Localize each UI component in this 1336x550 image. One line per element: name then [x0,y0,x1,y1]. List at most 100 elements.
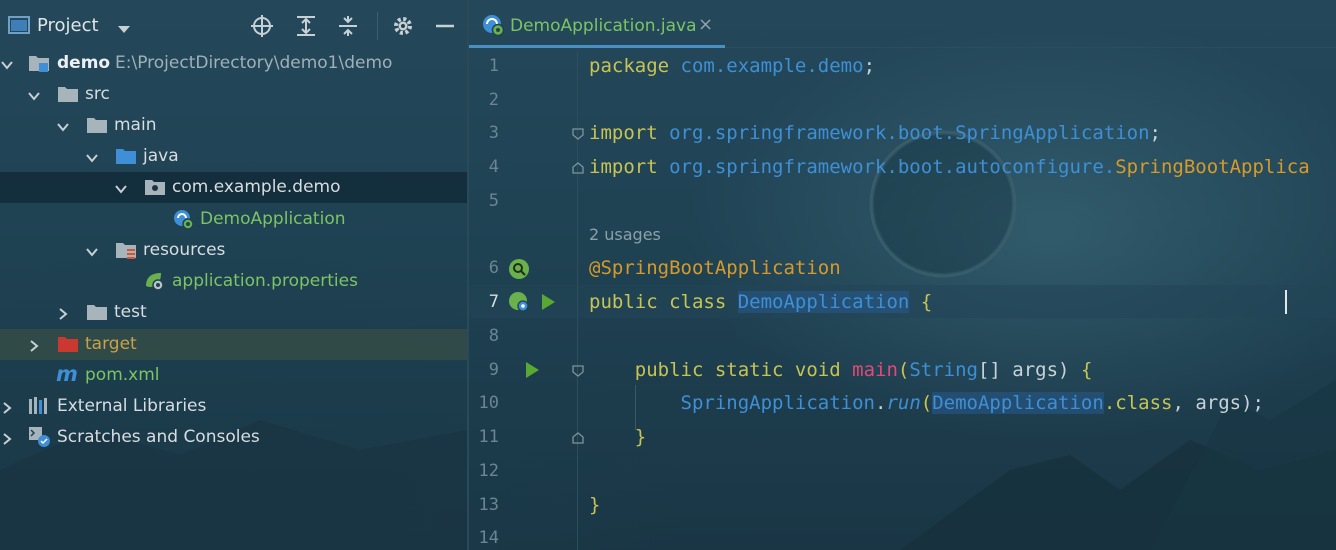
usages-inlay-hint[interactable]: 2 usages [589,225,661,244]
code-token: SpringApplication [955,122,1150,144]
folder-icon [86,115,108,135]
tree-item-scratches[interactable]: Scratches and Consoles [0,422,467,453]
code-line-7[interactable]: public class DemoApplication { [589,291,932,313]
tree-item-application-properties[interactable]: application.properties [0,266,467,297]
code-token: ( [897,359,910,381]
code-token: org.springframework.boot.autoconfigure. [669,156,1116,178]
chevron-right-icon[interactable] [56,306,70,320]
line-number: 12 [478,461,499,481]
line-number: 14 [478,528,499,548]
line-number: 2 [488,90,499,110]
line-number: 9 [488,360,499,380]
tree-item-label: External Libraries [57,396,207,416]
tree-item-external-libraries[interactable]: External Libraries [0,391,467,422]
close-icon[interactable]: × [698,14,713,35]
chevron-down-icon[interactable] [114,181,128,195]
tree-item-pom[interactable]: m pom.xml [0,360,467,391]
line-number: 11 [478,427,499,447]
tree-item-label: demo [57,53,111,73]
tree-item-label: DemoApplication [200,209,346,229]
fold-icon[interactable] [571,160,585,174]
spring-bean-navigate-icon[interactable] [508,291,530,313]
chevron-right-icon[interactable] [0,400,14,414]
chevron-down-icon[interactable] [85,244,99,258]
svg-text:m: m [56,363,78,385]
code-token: } [634,426,647,448]
code-line-1[interactable]: package com.example.demo; [589,55,875,77]
tree-item-label: pom.xml [85,365,160,385]
line-number: 3 [488,123,499,143]
fold-icon[interactable] [571,126,585,140]
maven-icon: m [56,362,78,386]
hide-panel-icon[interactable] [433,14,457,38]
tree-item-main[interactable]: main [0,110,467,141]
scratches-icon [28,426,50,447]
project-panel-header: Project [0,0,467,50]
locate-target-icon[interactable] [250,14,274,38]
tree-item-label: java [143,146,179,166]
folder-icon [57,84,79,104]
code-line-6[interactable]: @SpringBootApplication [589,257,841,279]
tree-item-demo[interactable]: demo E:\ProjectDirectory\demo1\demo [0,48,467,79]
line-number: 4 [488,157,499,177]
code-token: .class [1103,392,1173,414]
code-token: DemoApplication [932,392,1104,414]
excluded-folder-icon [57,334,79,354]
library-icon [28,396,50,416]
code-line-3[interactable]: import org.springframework.boot.SpringAp… [589,122,1161,144]
gutter-separator [577,50,578,550]
code-editor: DemoApplication.java × 1 2 3 4 5 6 7 8 9… [469,0,1336,550]
collapse-all-icon[interactable] [336,14,360,38]
tree-item-resources[interactable]: resources [0,235,467,266]
chevron-down-icon[interactable] [56,119,70,133]
code-token: package [589,55,670,77]
code-line-10[interactable]: SpringApplication.run(DemoApplication.cl… [589,392,1264,414]
code-token: import [589,122,658,144]
expand-all-icon[interactable] [294,14,318,38]
tree-item-test[interactable]: test [0,297,467,328]
chevron-right-icon[interactable] [0,431,14,445]
chevron-down-icon[interactable] [0,57,14,71]
code-line-9[interactable]: public static void main(String[] args) { [589,359,1093,381]
tree-item-src[interactable]: src [0,79,467,110]
code-token: { [1080,359,1093,381]
tree-item-label: target [85,334,137,354]
code-token: , args); [1172,392,1264,414]
code-line-13[interactable]: } [589,494,600,516]
tree-item-package[interactable]: com.example.demo [0,172,467,203]
tab-demo-application-java[interactable]: DemoApplication.java × [469,0,725,48]
code-token: } [589,494,601,516]
spring-bean-search-icon[interactable] [508,258,530,280]
module-path: E:\ProjectDirectory\demo1\demo [115,53,393,73]
run-icon[interactable] [521,359,543,381]
code-token: String [909,359,978,381]
chevron-down-icon[interactable] [27,88,41,102]
code-token: SpringApplication [680,392,875,414]
chevron-right-icon[interactable] [27,338,41,352]
code-line-4[interactable]: import org.springframework.boot.autoconf… [589,156,1310,178]
fold-icon[interactable] [571,430,585,444]
tree-item-target[interactable]: target [0,329,467,360]
tree-item-java[interactable]: java [0,141,467,172]
chevron-down-icon[interactable] [85,150,99,164]
source-folder-icon [115,146,137,166]
tree-item-label: Scratches and Consoles [57,427,260,447]
gear-icon[interactable] [391,14,415,38]
spring-boot-class-icon [172,208,194,230]
text-caret [1285,290,1287,314]
project-panel-title[interactable]: Project [37,15,99,36]
chevron-down-icon[interactable] [117,20,131,40]
fold-icon[interactable] [571,363,585,377]
tree-item-label: test [114,302,147,322]
line-number: 5 [488,191,499,211]
tab-label: DemoApplication.java [510,16,697,36]
tree-item-demo-application[interactable]: DemoApplication [0,204,467,235]
code-token: @SpringBootApplication [589,257,841,279]
tree-item-label: com.example.demo [172,177,341,197]
code-token: com.example.demo [680,55,864,77]
line-number: 6 [488,258,499,278]
code-token: import [589,156,658,178]
spring-properties-icon [143,270,165,291]
code-line-11[interactable]: } [589,426,646,448]
run-icon[interactable] [537,291,559,313]
